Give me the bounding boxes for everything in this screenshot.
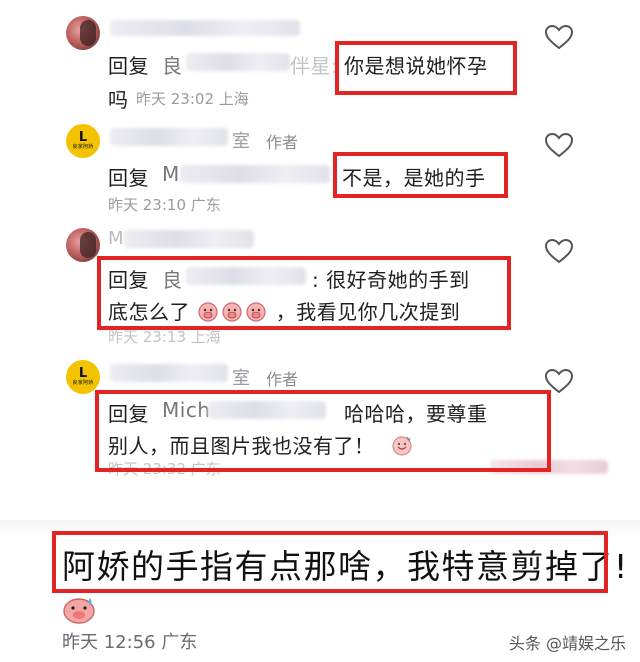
heart-outline-icon[interactable] (544, 238, 574, 264)
heart-outline-icon[interactable] (544, 132, 574, 158)
blurred-username (124, 230, 254, 248)
author-avatar[interactable]: L 良家阿娇 (66, 360, 100, 394)
reply-prefix: 回复 (108, 166, 149, 190)
user-avatar[interactable] (66, 228, 100, 262)
highlight-box (95, 390, 551, 472)
sweating-face-emoji-icon (62, 594, 96, 624)
comment-screenshot: 回复 良 伴星: 你是想说她怀孕 吗 昨天 23:02 上海 L 良家阿娇 室 … (0, 0, 640, 662)
blurred-reply-target (180, 165, 330, 183)
comment-time-location: 昨天 23:02 上海 (136, 90, 249, 108)
username-initial: M (108, 228, 124, 249)
author-badge: 作者 (266, 370, 299, 389)
highlight-box (97, 256, 511, 330)
logo-subtext: 良家阿娇 (72, 380, 94, 386)
reply-target-tail: 伴星: (290, 54, 339, 78)
highlight-box (335, 41, 517, 95)
blurred-username (110, 20, 300, 36)
heart-outline-icon[interactable] (544, 24, 574, 50)
reply-text-continued: 吗 (108, 88, 129, 112)
logo-letter: L (78, 130, 88, 145)
username-tail: 室 (232, 368, 250, 389)
logo-subtext: 良家阿娇 (72, 144, 94, 150)
user-avatar[interactable] (66, 16, 100, 50)
logo-letter: L (78, 366, 88, 381)
reply-target-initial[interactable]: 良 (162, 50, 183, 79)
username-tail: 室 (232, 131, 250, 152)
highlight-box (333, 152, 508, 198)
blurred-reply-target (186, 53, 290, 71)
reply-prefix: 回复 (108, 54, 149, 78)
blurred-username (110, 128, 228, 146)
author-avatar[interactable]: L 良家阿娇 (66, 124, 100, 158)
highlight-box (52, 531, 608, 593)
watermark: 头条 @靖娱之乐 (508, 634, 626, 653)
blurred-username (110, 364, 228, 382)
comment-time-location: 昨天 23:10 广东 (108, 196, 221, 214)
reply-target-initial[interactable]: M (162, 162, 180, 186)
highlight-comment-time: 昨天 12:56 广东 (62, 632, 198, 653)
author-badge: 作者 (266, 133, 299, 152)
